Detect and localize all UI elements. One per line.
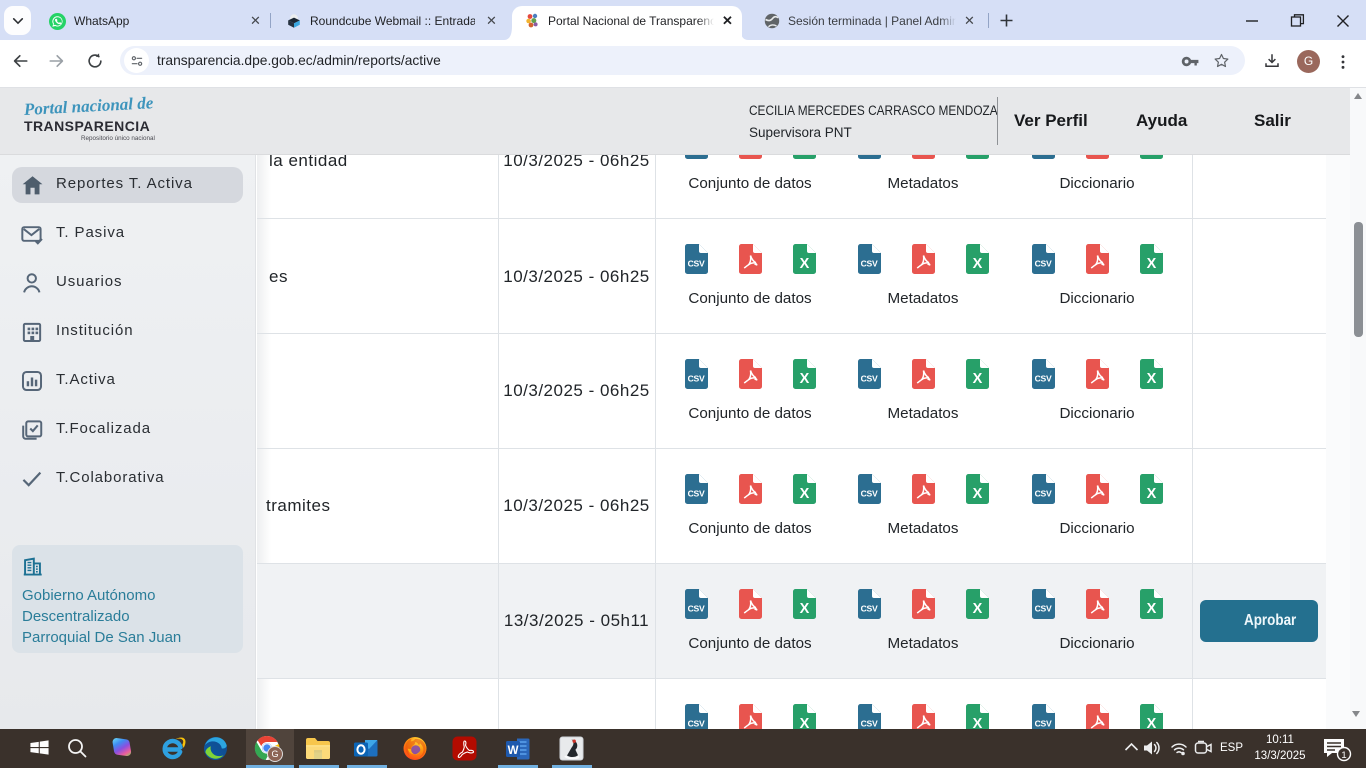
svg-text:CSV: CSV bbox=[687, 489, 704, 499]
svg-text:X: X bbox=[972, 601, 982, 617]
svg-text:CSV: CSV bbox=[1034, 719, 1051, 729]
svg-text:CSV: CSV bbox=[1034, 374, 1051, 384]
svg-text:CSV: CSV bbox=[860, 259, 877, 269]
svg-text:CSV: CSV bbox=[860, 719, 877, 729]
svg-text:CSV: CSV bbox=[860, 374, 877, 384]
svg-text:X: X bbox=[1146, 256, 1156, 272]
svg-text:X: X bbox=[799, 601, 809, 617]
svg-text:CSV: CSV bbox=[687, 719, 704, 729]
svg-text:X: X bbox=[799, 371, 809, 387]
svg-text:1: 1 bbox=[1341, 750, 1346, 761]
svg-text:X: X bbox=[1146, 486, 1156, 502]
svg-text:CSV: CSV bbox=[860, 604, 877, 614]
svg-text:X: X bbox=[972, 256, 982, 272]
svg-text:CSV: CSV bbox=[1034, 604, 1051, 614]
svg-text:X: X bbox=[1146, 371, 1156, 387]
svg-text:CSV: CSV bbox=[687, 604, 704, 614]
svg-text:X: X bbox=[1146, 601, 1156, 617]
svg-text:X: X bbox=[799, 256, 809, 272]
svg-text:CSV: CSV bbox=[1034, 259, 1051, 269]
svg-text:CSV: CSV bbox=[860, 489, 877, 499]
svg-text:X: X bbox=[799, 486, 809, 502]
svg-text:W: W bbox=[508, 745, 519, 757]
svg-text:X: X bbox=[972, 486, 982, 502]
svg-text:CSV: CSV bbox=[1034, 489, 1051, 499]
svg-text:CSV: CSV bbox=[687, 259, 704, 269]
svg-text:X: X bbox=[972, 371, 982, 387]
svg-text:CSV: CSV bbox=[687, 374, 704, 384]
